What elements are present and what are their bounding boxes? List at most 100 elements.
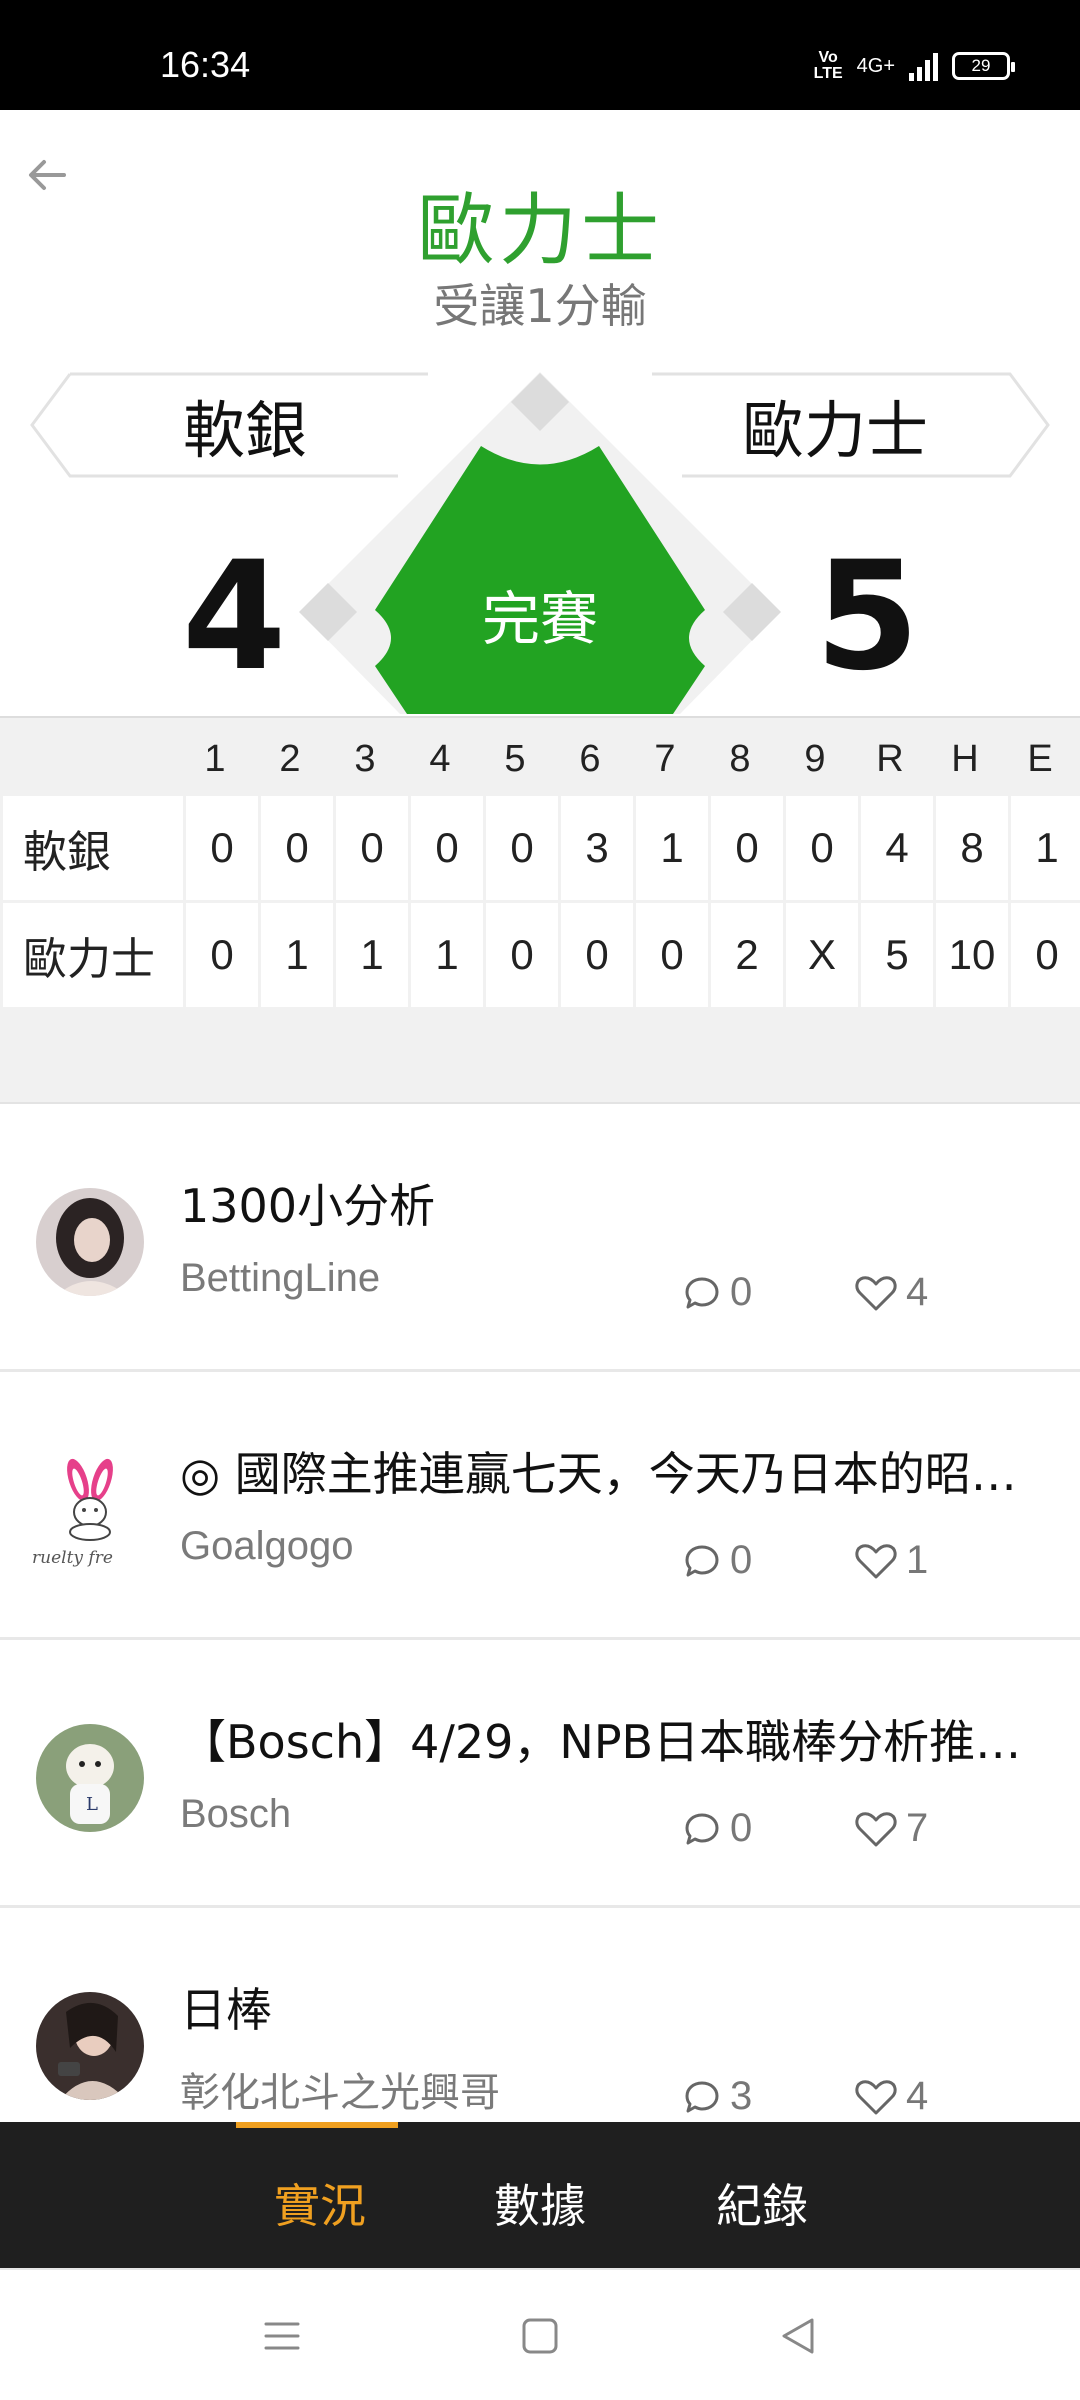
signal-icon [909, 51, 938, 81]
comment-icon [685, 2081, 719, 2112]
post-author: Goalgogo [180, 1524, 354, 1568]
baseball-diamond [295, 368, 785, 714]
svg-text:L: L [86, 1794, 98, 1815]
inning-score-cell: 3 [561, 796, 633, 900]
linescore-header: 1 2 3 4 5 6 7 8 9 R H E [0, 718, 1080, 796]
post-author: Bosch [180, 1792, 292, 1836]
heart-icon [855, 1275, 897, 1310]
linescore-team-name: 歐力士 [3, 903, 183, 1007]
system-navigation-bar [0, 2268, 1080, 2400]
inning-header: 9 [804, 738, 826, 780]
inning-score-cell: X [786, 903, 858, 1007]
total-cell: 4 [861, 796, 933, 900]
home-score: 5 [815, 530, 920, 704]
comment-count-value: 0 [730, 1270, 753, 1314]
volte-icon: Vo LTE [813, 49, 843, 82]
total-cell: 5 [861, 903, 933, 1007]
inning-header: 7 [654, 738, 676, 780]
away-score: 4 [182, 530, 287, 704]
comment-count-value: 3 [730, 2074, 753, 2118]
battery-level: 29 [971, 56, 991, 75]
like-count[interactable]: 1 [854, 1538, 928, 1583]
square-icon [522, 2318, 558, 2354]
inning-score-cell: 0 [186, 903, 258, 1007]
comment-icon [685, 1277, 719, 1308]
inning-score-cell: 1 [261, 903, 333, 1007]
inning-score-cell: 0 [561, 903, 633, 1007]
comment-count[interactable]: 0 [682, 1270, 752, 1315]
linescore-team-name: 軟銀 [3, 796, 183, 900]
linescore-table: 1 2 3 4 5 6 7 8 9 R H E 軟銀 0 0 0 0 0 3 1 0 0 4 8 1 歐力… [0, 716, 1080, 1012]
tab-stats[interactable]: 數據 [494, 2170, 586, 2236]
comment-count[interactable]: 0 [682, 1806, 752, 1851]
section-divider [0, 1012, 1080, 1104]
inning-score-cell: 0 [711, 796, 783, 900]
status-time: 16:34 [160, 44, 251, 85]
comment-icon [685, 1813, 719, 1844]
inning-header: 5 [504, 738, 526, 780]
list-item[interactable]: 1300小分析 BettingLine 0 4 [0, 1104, 1080, 1372]
heart-icon [855, 2079, 897, 2114]
tab-live[interactable]: 實況 [274, 2170, 366, 2236]
inning-header: 8 [729, 738, 751, 780]
active-tab-indicator [236, 2122, 398, 2128]
comment-count-value: 0 [730, 1538, 753, 1582]
runs-header: R [876, 738, 904, 780]
comment-count-value: 0 [730, 1806, 753, 1850]
inning-header: 4 [429, 738, 451, 780]
menu-button[interactable] [262, 2316, 302, 2360]
post-title: 【Bosch】4/29，NPB日本職棒分析推… [180, 1715, 1022, 1769]
like-count-value: 7 [906, 1806, 929, 1850]
winner-title: 歐力士 [416, 186, 663, 276]
like-count-value: 4 [906, 2074, 929, 2118]
hits-header: H [951, 738, 979, 780]
like-count[interactable]: 4 [854, 2074, 928, 2119]
like-count-value: 4 [906, 1270, 929, 1314]
inning-score-cell: 0 [186, 796, 258, 900]
list-item[interactable]: L 【Bosch】4/29，NPB日本職棒分析推… Bosch 0 7 [0, 1640, 1080, 1908]
list-item[interactable]: ruelty fre ◎ 國際主推連贏七天，今天乃日本的昭… Goalgogo … [0, 1372, 1080, 1640]
network-type: 4G+ [856, 54, 895, 77]
inning-score-cell: 0 [636, 903, 708, 1007]
inning-score-cell: 1 [411, 903, 483, 1007]
comment-count[interactable]: 3 [682, 2074, 752, 2119]
inning-score-cell: 1 [336, 903, 408, 1007]
inning-score-cell: 0 [786, 796, 858, 900]
inning-header: 6 [579, 738, 601, 780]
system-icons: Vo LTE 4G+ 29 [813, 49, 1015, 82]
handicap-result: 受讓1分輸 [433, 279, 647, 333]
tab-records[interactable]: 紀錄 [716, 2170, 808, 2236]
inning-header: 3 [354, 738, 376, 780]
menu-icon [264, 2322, 300, 2350]
avatar: ruelty fre [32, 1456, 144, 1568]
inning-score-cell: 0 [486, 796, 558, 900]
inning-header: 2 [279, 738, 301, 780]
inning-score-cell: 0 [261, 796, 333, 900]
post-author: BettingLine [180, 1256, 381, 1300]
post-author: 彰化北斗之光興哥 [180, 2071, 500, 2115]
home-button[interactable] [520, 2316, 560, 2360]
like-count[interactable]: 4 [854, 1270, 928, 1315]
heart-icon [855, 1543, 897, 1578]
inning-score-cell: 2 [711, 903, 783, 1007]
heart-icon [855, 1811, 897, 1846]
like-count[interactable]: 7 [854, 1806, 928, 1851]
total-cell: 10 [936, 903, 1008, 1007]
avatar [36, 1992, 144, 2100]
inning-header: 1 [204, 738, 226, 780]
avatar [36, 1188, 144, 1296]
status-bar: 16:34 Vo LTE 4G+ 29 [0, 0, 1080, 110]
bottom-tab-bar: 實況 數據 紀錄 [0, 2122, 1080, 2268]
back-nav-button[interactable] [778, 2316, 818, 2360]
triangle-back-icon [782, 2318, 814, 2354]
post-title: 日棒 [180, 1983, 272, 2037]
like-count-value: 1 [906, 1538, 929, 1582]
inning-score-cell: 0 [411, 796, 483, 900]
avatar: L [36, 1724, 144, 1832]
comment-count[interactable]: 0 [682, 1538, 752, 1583]
avatar-caption: ruelty fre [32, 1548, 113, 1568]
post-title: ◎ 國際主推連贏七天，今天乃日本的昭… [180, 1447, 1017, 1501]
total-cell: 8 [936, 796, 1008, 900]
battery-icon: 29 [952, 52, 1015, 80]
errors-header: E [1027, 738, 1053, 780]
